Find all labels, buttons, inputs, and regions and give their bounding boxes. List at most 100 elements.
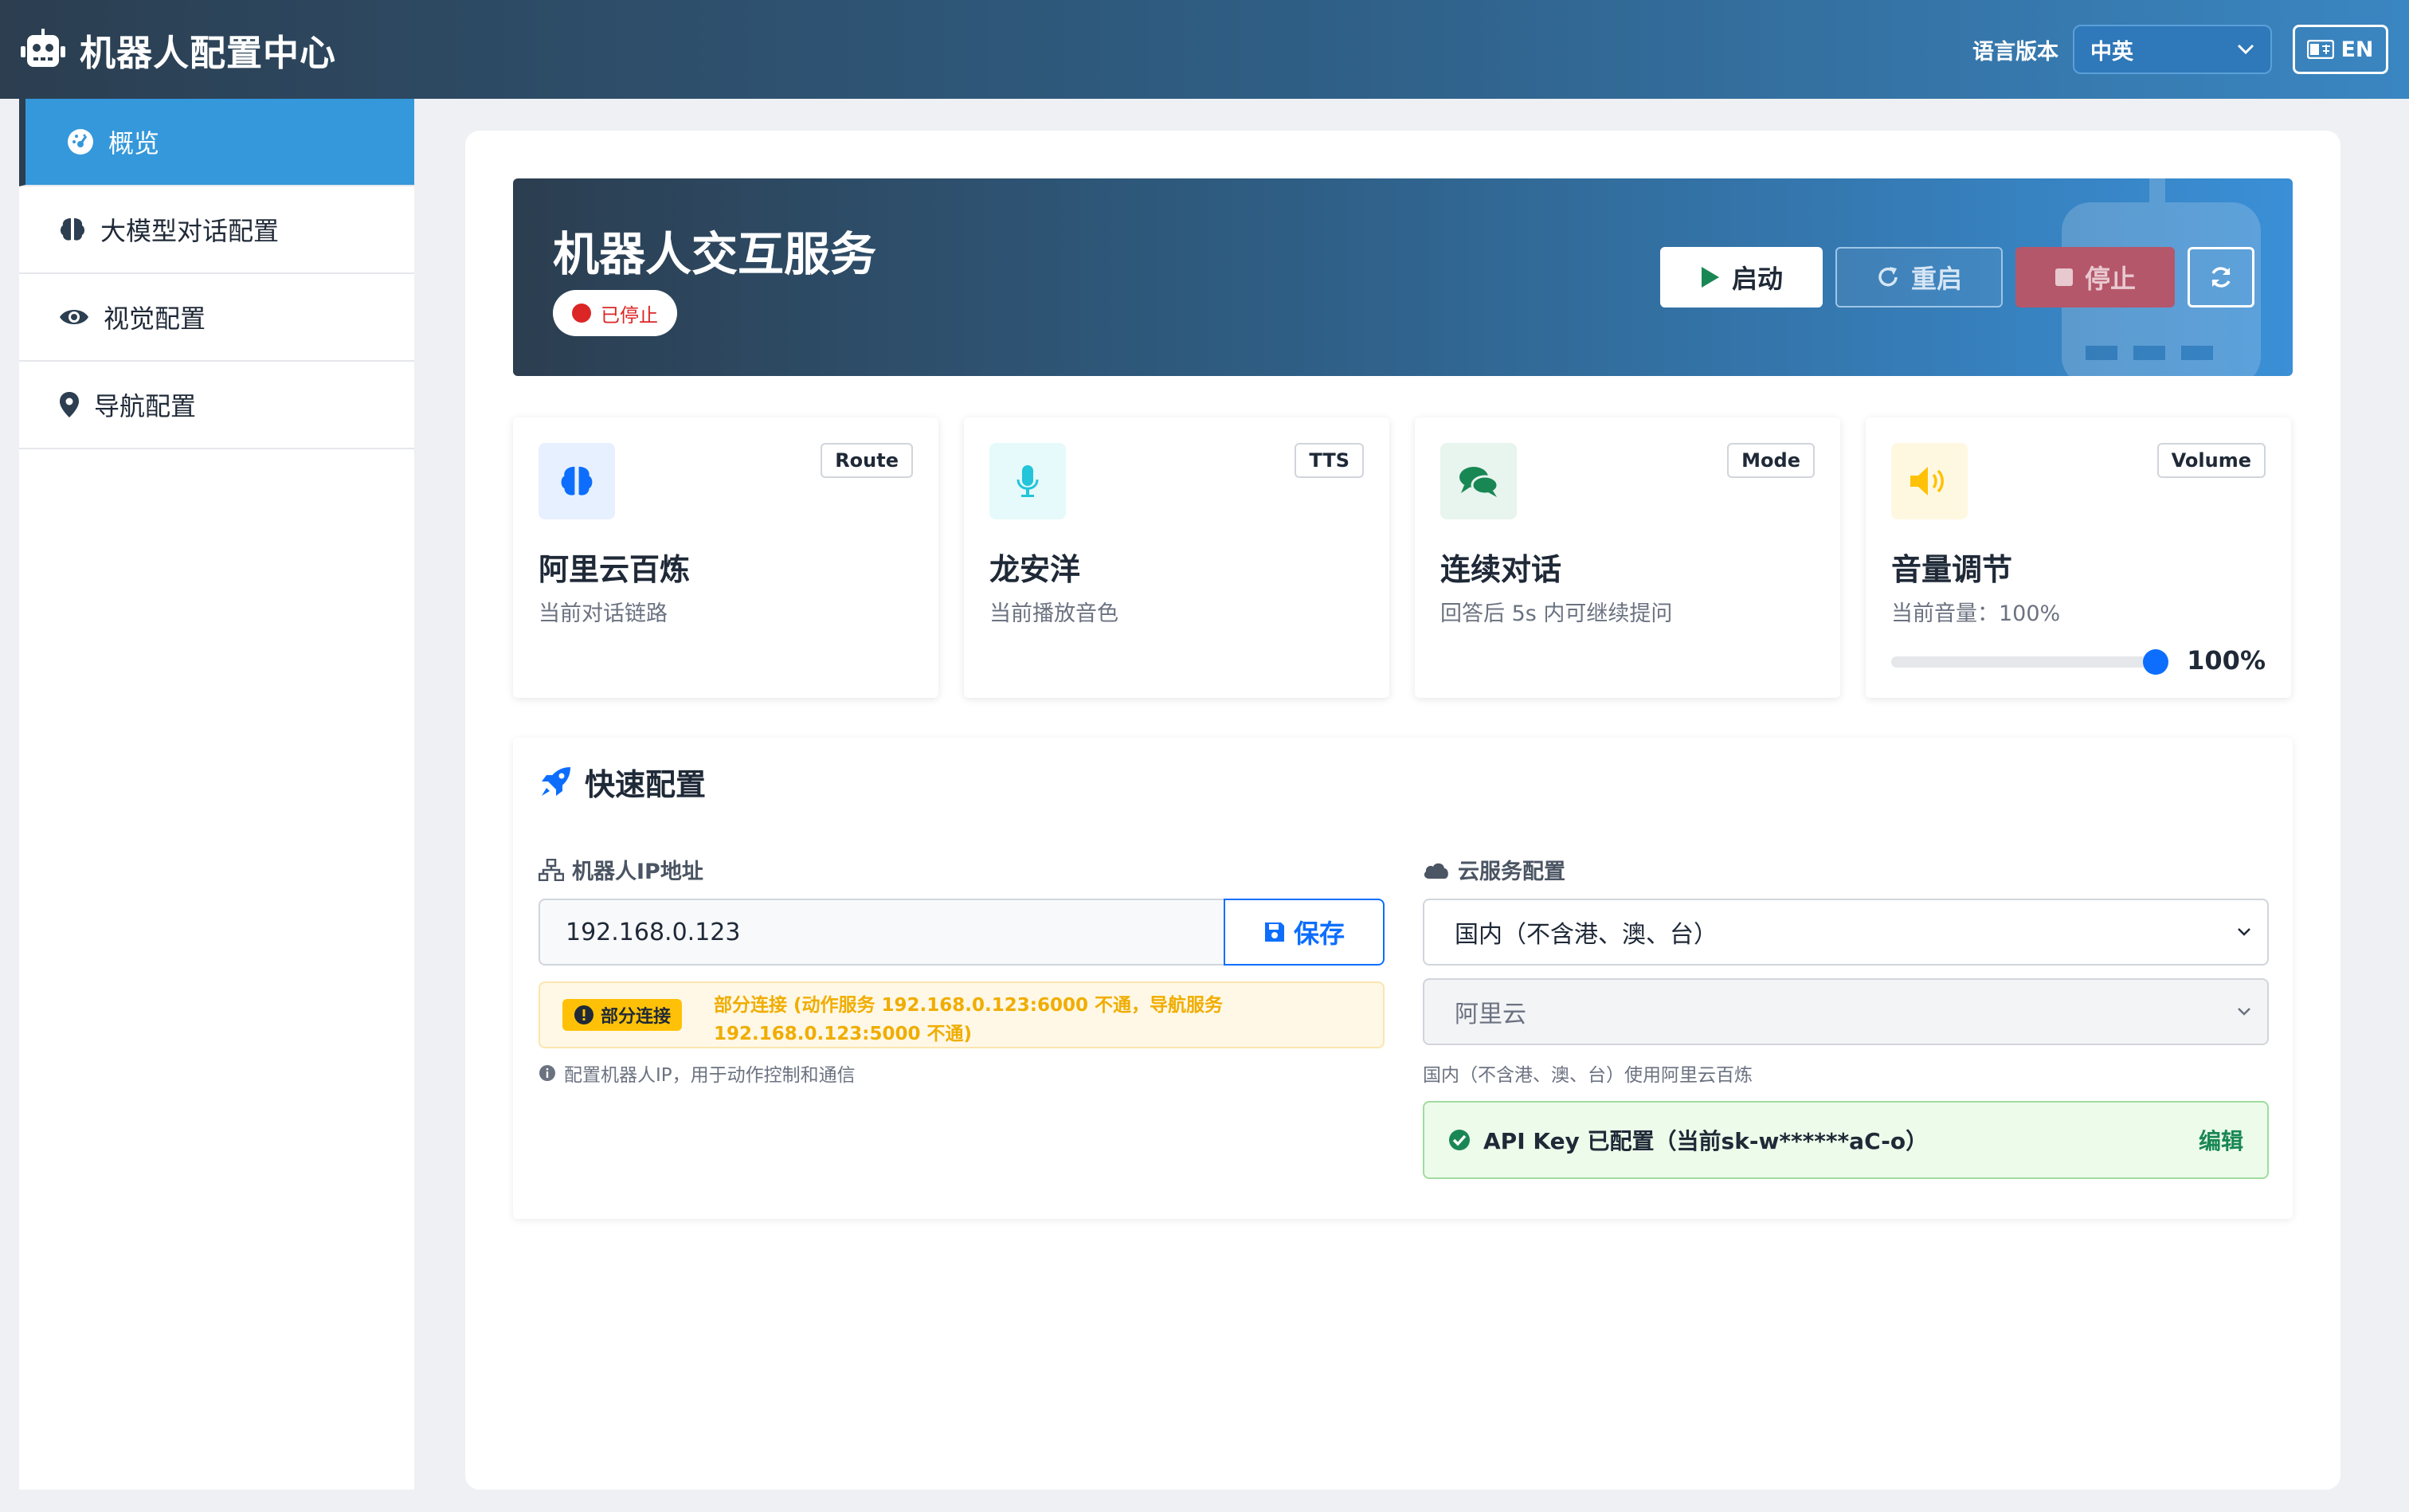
refresh-icon — [2211, 267, 2231, 288]
brain-icon — [61, 218, 84, 241]
region-select[interactable]: 国内（不含港、澳、台） — [1423, 899, 2269, 966]
chevron-down-icon — [2238, 928, 2250, 936]
region-select-value: 国内（不含港、澳、台） — [1455, 921, 1718, 949]
app-title: 机器人配置中心 — [80, 31, 337, 74]
connection-warning-text: 部分连接 (动作服务 192.168.0.123:6000 不通，导航服务 19… — [714, 995, 1223, 1044]
info-icon — [539, 1065, 555, 1081]
card-icon-box — [1891, 443, 1968, 519]
card-subtitle: 当前音量：100% — [1891, 601, 2061, 626]
api-key-status-text: API Key 已配置（当前sk-w******aC-o） — [1483, 1128, 1929, 1154]
brain-icon — [561, 466, 593, 496]
route-card: Route 阿里云百炼 当前对话链路 — [513, 417, 938, 698]
sidebar-item-llm-config[interactable]: 大模型对话配置 — [19, 186, 414, 274]
partial-connection-badge-text: 部分连接 — [601, 1007, 672, 1027]
service-banner: 机器人交互服务 已停止 启动 重启 停止 — [513, 178, 2293, 376]
card-title: 音量调节 — [1891, 552, 2013, 587]
card-subtitle: 回答后 5s 内可继续提问 — [1440, 601, 1673, 626]
service-status-badge: 已停止 — [553, 290, 677, 336]
status-dot-icon — [572, 304, 591, 323]
sidebar-item-vision-config[interactable]: 视觉配置 — [19, 274, 414, 362]
save-ip-button[interactable]: 保存 — [1224, 899, 1385, 966]
stop-icon — [2055, 268, 2073, 286]
card-title: 连续对话 — [1440, 552, 1562, 587]
provider-select[interactable]: 阿里云 — [1423, 978, 2269, 1045]
top-bar: 机器人配置中心 语言版本 中英 EN — [0, 0, 2409, 99]
play-icon — [1701, 267, 1719, 288]
connection-warning: 部分连接 部分连接 (动作服务 192.168.0.123:6000 不通，导航… — [539, 981, 1385, 1048]
sidebar-item-label: 视觉配置 — [104, 304, 206, 334]
quick-config-title: 快速配置 — [539, 760, 706, 804]
ip-hint-text: 配置机器人IP，用于动作控制和通信 — [564, 1065, 856, 1086]
network-icon — [539, 858, 564, 881]
sidebar-item-label: 概览 — [108, 128, 160, 159]
volume-icon — [1910, 467, 1944, 496]
api-key-status: API Key 已配置（当前sk-w******aC-o） 编辑 — [1423, 1101, 2269, 1179]
edit-api-key-link[interactable]: 编辑 — [2199, 1124, 2243, 1156]
robot-icon — [21, 29, 65, 67]
ip-hint: 配置机器人IP，用于动作控制和通信 — [539, 1060, 856, 1087]
ip-address-input[interactable]: 192.168.0.123 — [539, 899, 1225, 966]
stop-button-label: 停止 — [2084, 264, 2136, 294]
stop-button[interactable]: 停止 — [2015, 247, 2175, 307]
language-toggle-label: EN — [2340, 37, 2374, 62]
refresh-button[interactable] — [2188, 247, 2254, 307]
start-button[interactable]: 启动 — [1660, 247, 1823, 307]
restart-button[interactable]: 重启 — [1835, 247, 2003, 307]
card-icon-box — [989, 443, 1066, 519]
mode-card: Mode 连续对话 回答后 5s 内可继续提问 — [1415, 417, 1840, 698]
brand: 机器人配置中心 — [21, 24, 336, 76]
cloud-field-label-text: 云服务配置 — [1458, 860, 1565, 884]
cloud-hint: 国内（不含港、澳、台）使用阿里云百炼 — [1423, 1060, 1753, 1087]
quick-config-title-text: 快速配置 — [585, 767, 707, 802]
sidebar: 概览 大模型对话配置 视觉配置 导航配置 — [19, 99, 414, 1490]
alert-circle-icon — [574, 1005, 593, 1024]
card-subtitle: 当前播放音色 — [989, 601, 1118, 626]
service-controls: 启动 重启 停止 — [1660, 247, 2254, 307]
check-circle-icon — [1449, 1130, 1470, 1150]
volume-card: Volume 音量调节 当前音量：100% 100% — [1866, 417, 2291, 698]
language-label: 语言版本 — [1972, 39, 2058, 65]
sidebar-item-label: 大模型对话配置 — [100, 216, 280, 246]
sidebar-item-navigation-config[interactable]: 导航配置 — [19, 362, 414, 449]
tts-card: TTS 龙安洋 当前播放音色 — [964, 417, 1389, 698]
chevron-down-icon — [2238, 1008, 2250, 1016]
sidebar-item-label: 导航配置 — [94, 391, 197, 421]
language-select-value: 中英 — [2090, 39, 2133, 65]
card-subtitle: 当前对话链路 — [539, 601, 668, 626]
card-title: 阿里云百炼 — [539, 552, 691, 587]
rotate-right-icon — [1878, 267, 1898, 287]
cloud-field-label: 云服务配置 — [1423, 854, 1565, 885]
card-icon-box — [1440, 443, 1517, 519]
provider-select-value: 阿里云 — [1455, 1001, 1526, 1028]
cloud-hint-text: 国内（不含港、澳、台）使用阿里云百炼 — [1423, 1065, 1753, 1086]
volume-slider[interactable] — [1891, 649, 2168, 675]
card-title: 龙安洋 — [989, 552, 1081, 587]
cloud-icon — [1424, 863, 1448, 879]
volume-slider-handle[interactable] — [2143, 649, 2168, 675]
card-icon-box — [539, 443, 615, 519]
language-select[interactable]: 中英 — [2073, 25, 2272, 74]
ip-field-label: 机器人IP地址 — [539, 854, 703, 885]
language-icon — [2307, 40, 2335, 59]
map-pin-icon — [60, 392, 79, 417]
start-button-label: 启动 — [1731, 264, 1783, 294]
microphone-icon — [1016, 465, 1039, 497]
service-status-text: 已停止 — [601, 304, 658, 327]
chat-icon — [1459, 467, 1499, 497]
eye-icon — [60, 310, 88, 324]
volume-value: 100% — [2187, 645, 2266, 676]
main-panel: 机器人交互服务 已停止 启动 重启 停止 Route 阿里云百炼 当前对话链路 … — [465, 131, 2340, 1490]
card-tag: TTS — [1295, 443, 1364, 478]
chevron-down-icon — [2237, 44, 2254, 55]
service-title: 机器人交互服务 — [553, 227, 877, 281]
rocket-icon — [542, 766, 570, 796]
card-tag: Route — [821, 443, 913, 478]
card-tag: Mode — [1727, 443, 1815, 478]
save-button-label: 保存 — [1293, 919, 1345, 949]
quick-config-panel: 快速配置 机器人IP地址 192.168.0.123 保存 部分连接 部分连接 … — [513, 738, 2293, 1219]
language-toggle-button[interactable]: EN — [2293, 25, 2388, 74]
sidebar-item-overview[interactable]: 概览 — [19, 99, 414, 186]
ip-field-label-text: 机器人IP地址 — [572, 860, 703, 884]
save-icon — [1264, 922, 1284, 942]
volume-slider-fill — [1891, 649, 2168, 675]
